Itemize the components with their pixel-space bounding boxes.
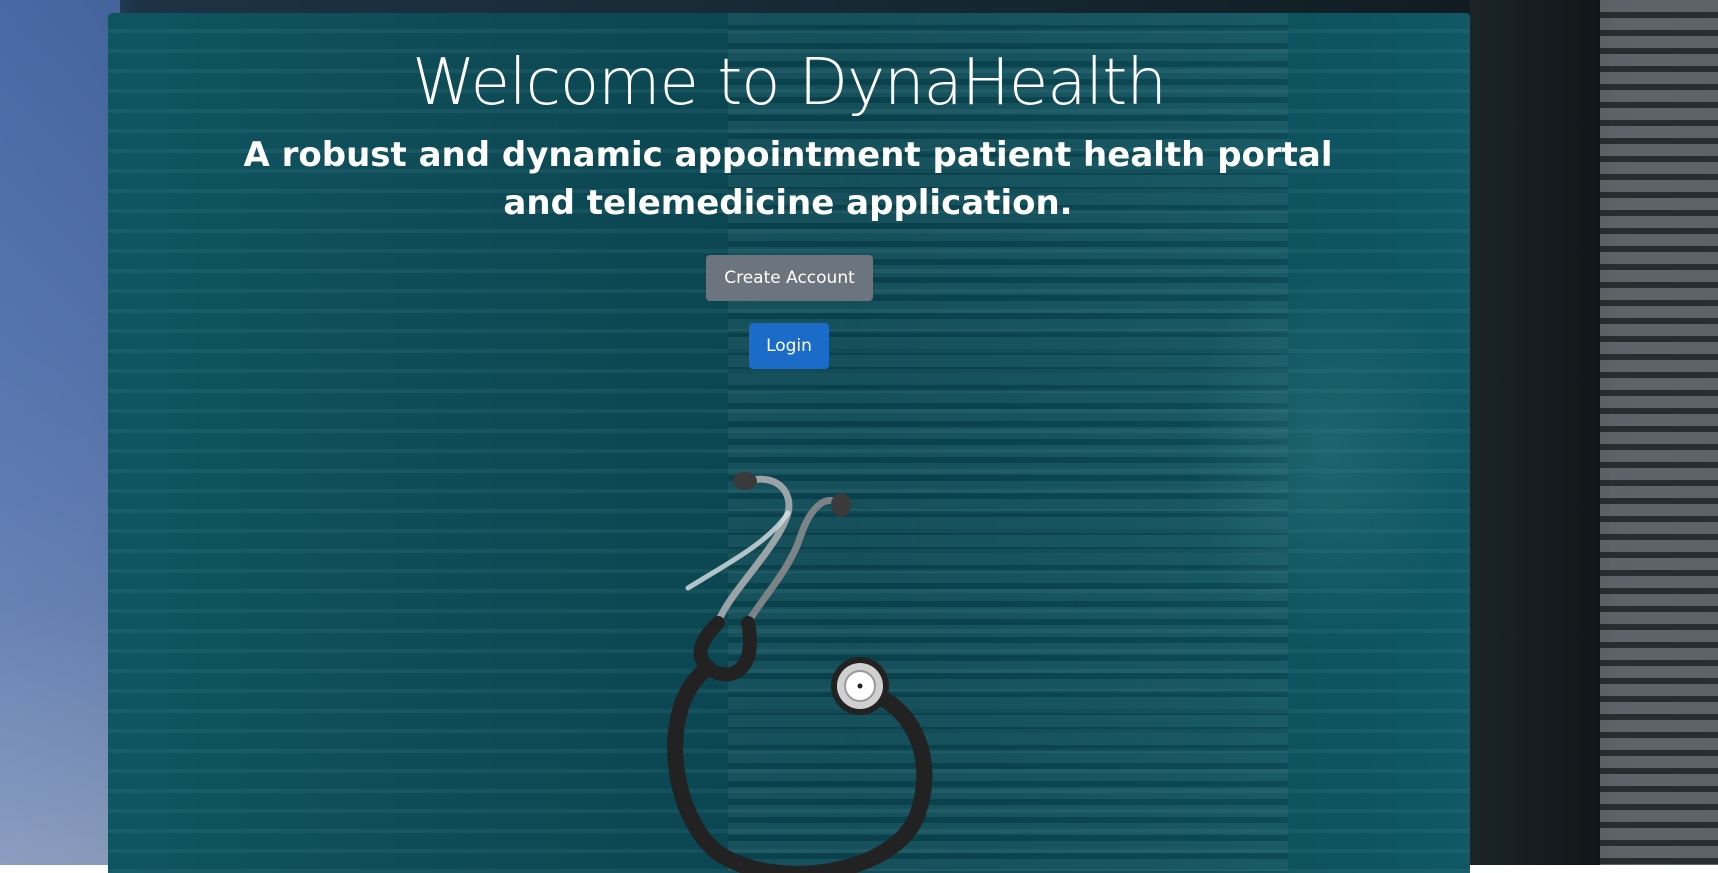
stethoscope-icon [667, 472, 933, 873]
stethoscope-center-dot [857, 683, 863, 689]
stethoscope-earpiece-left [733, 472, 757, 490]
create-account-button[interactable]: Create Account [706, 255, 873, 301]
background-left-glow [0, 0, 120, 865]
background-window-blinds [1600, 0, 1718, 865]
stethoscope-highlight [685, 510, 791, 591]
stethoscope-main-tube [667, 660, 933, 873]
background-right-shadow [1470, 0, 1610, 865]
stethoscope-tube-left [714, 475, 793, 627]
hero-subtitle: A robust and dynamic appointment patient… [243, 135, 1333, 223]
page-title: Welcome to DynaHealth [412, 46, 1167, 120]
hero-panel: Welcome to DynaHealth A robust and dynam… [108, 13, 1470, 873]
stethoscope-earpiece-right [831, 493, 851, 517]
login-button[interactable]: Login [749, 323, 829, 369]
panel-person-glow [1108, 173, 1470, 873]
